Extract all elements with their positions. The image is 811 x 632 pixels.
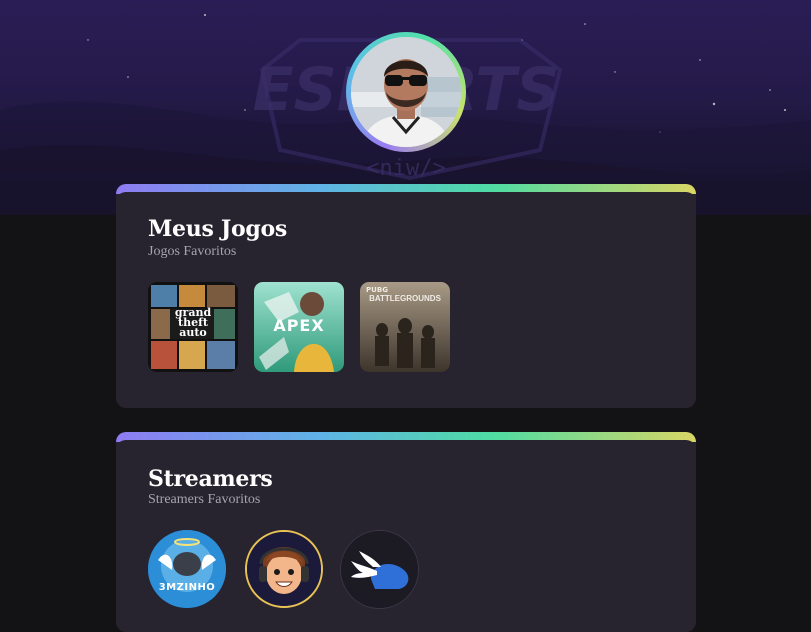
- game-cover-pubg[interactable]: PUBG BATTLEGROUNDS: [360, 282, 450, 372]
- games-card-subtitle: Jogos Favoritos: [148, 244, 237, 259]
- streamers-card-subtitle: Streamers Favoritos: [148, 492, 261, 507]
- streamer-avatar-3mzinho[interactable]: 3MZINHO: [148, 530, 226, 608]
- profile-avatar[interactable]: [346, 32, 466, 152]
- winged-helmet-icon: [341, 531, 418, 608]
- gta-title-line-3: auto: [179, 326, 207, 339]
- game-cover-apex[interactable]: APEX: [254, 282, 344, 372]
- streamers-card-body: Streamers Streamers Favoritos 3MZINHO: [116, 440, 696, 632]
- streamers-card-title: Streamers: [148, 466, 273, 492]
- cartoon-face-icon: [247, 532, 321, 606]
- avatar-photo: [351, 37, 461, 147]
- streamers-card: Streamers Streamers Favoritos 3MZINHO: [116, 432, 696, 632]
- games-card-body: Meus Jogos Jogos Favoritos grand theft a…: [116, 192, 696, 408]
- streamer-avatar-cartoon[interactable]: [245, 530, 323, 608]
- banner-logo-sub: <niw/>: [366, 156, 445, 181]
- streamer-name-3mzinho: 3MZINHO: [158, 582, 216, 593]
- apex-title: APEX: [273, 316, 325, 335]
- games-card-title: Meus Jogos: [148, 216, 287, 242]
- game-cover-gta-v[interactable]: grand theft auto: [148, 282, 238, 372]
- games-card: Meus Jogos Jogos Favoritos grand theft a…: [116, 184, 696, 408]
- pubg-title-top: PUBG: [366, 286, 388, 294]
- streamer-avatar-winged[interactable]: [340, 530, 419, 609]
- pubg-title: BATTLEGROUNDS: [369, 294, 441, 303]
